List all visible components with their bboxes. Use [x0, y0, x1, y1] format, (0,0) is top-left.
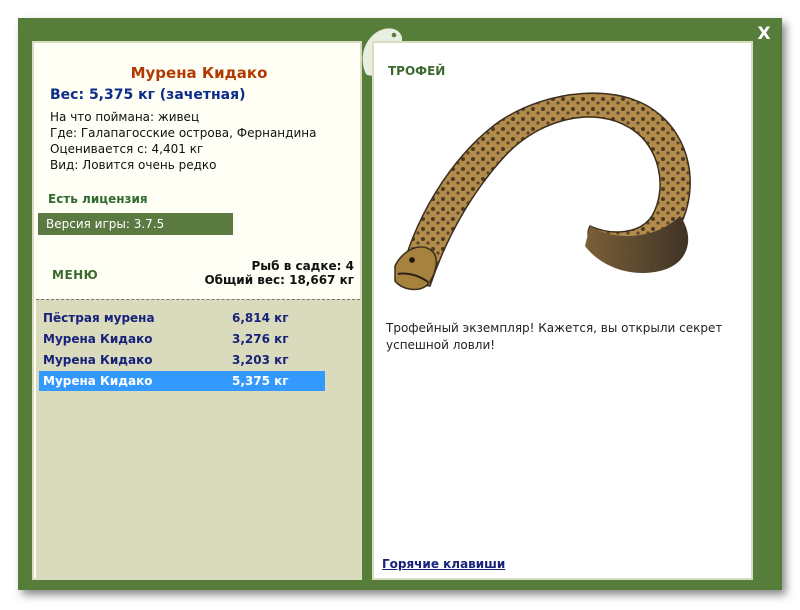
- trophy-message: Трофейный экземпляр! Кажется, вы открыли…: [386, 321, 723, 352]
- catch-name: Мурена Кидако: [43, 332, 153, 346]
- catch-weight: 3,276 кг: [232, 332, 289, 346]
- catch-weight: 5,375 кг: [232, 374, 289, 388]
- cage-total-weight: Общий вес: 18,667 кг: [204, 273, 354, 287]
- catch-weight: 3,203 кг: [232, 353, 289, 367]
- catch-name: Мурена Кидако: [43, 374, 153, 388]
- catch-name: Мурена Кидако: [43, 353, 153, 367]
- catch-row-selected[interactable]: Мурена Кидако 5,375 кг: [39, 371, 325, 391]
- fish-weight: Вес: 5,375 кг (зачетная): [50, 87, 246, 103]
- cage-count: Рыб в садке: 4: [251, 259, 355, 273]
- fish-bait: На что поймана: живец: [50, 110, 200, 124]
- menu-button[interactable]: МЕНЮ: [52, 268, 98, 282]
- close-button[interactable]: X: [754, 24, 774, 44]
- fish-rarity: Вид: Ловится очень редко: [50, 158, 217, 172]
- catch-row[interactable]: Мурена Кидако 3,203 кг: [39, 350, 325, 370]
- license-status: Есть лицензия: [48, 192, 148, 206]
- version-bar: Версия игры: 3.7.5: [38, 213, 233, 235]
- hotkeys-link[interactable]: Горячие клавиши: [382, 557, 505, 571]
- catch-row[interactable]: Пёстрая мурена 6,814 кг: [39, 308, 325, 328]
- catch-row[interactable]: Мурена Кидако 3,276 кг: [39, 329, 325, 349]
- moray-eel-image: [394, 92, 691, 291]
- fish-title: Мурена Кидако: [130, 64, 268, 82]
- fish-location: Где: Галапагосские острова, Фернандина: [50, 126, 317, 140]
- catch-weight: 6,814 кг: [232, 311, 289, 325]
- catch-name: Пёстрая мурена: [43, 311, 155, 325]
- fish-value: Оценивается с: 4,401 кг: [50, 142, 204, 156]
